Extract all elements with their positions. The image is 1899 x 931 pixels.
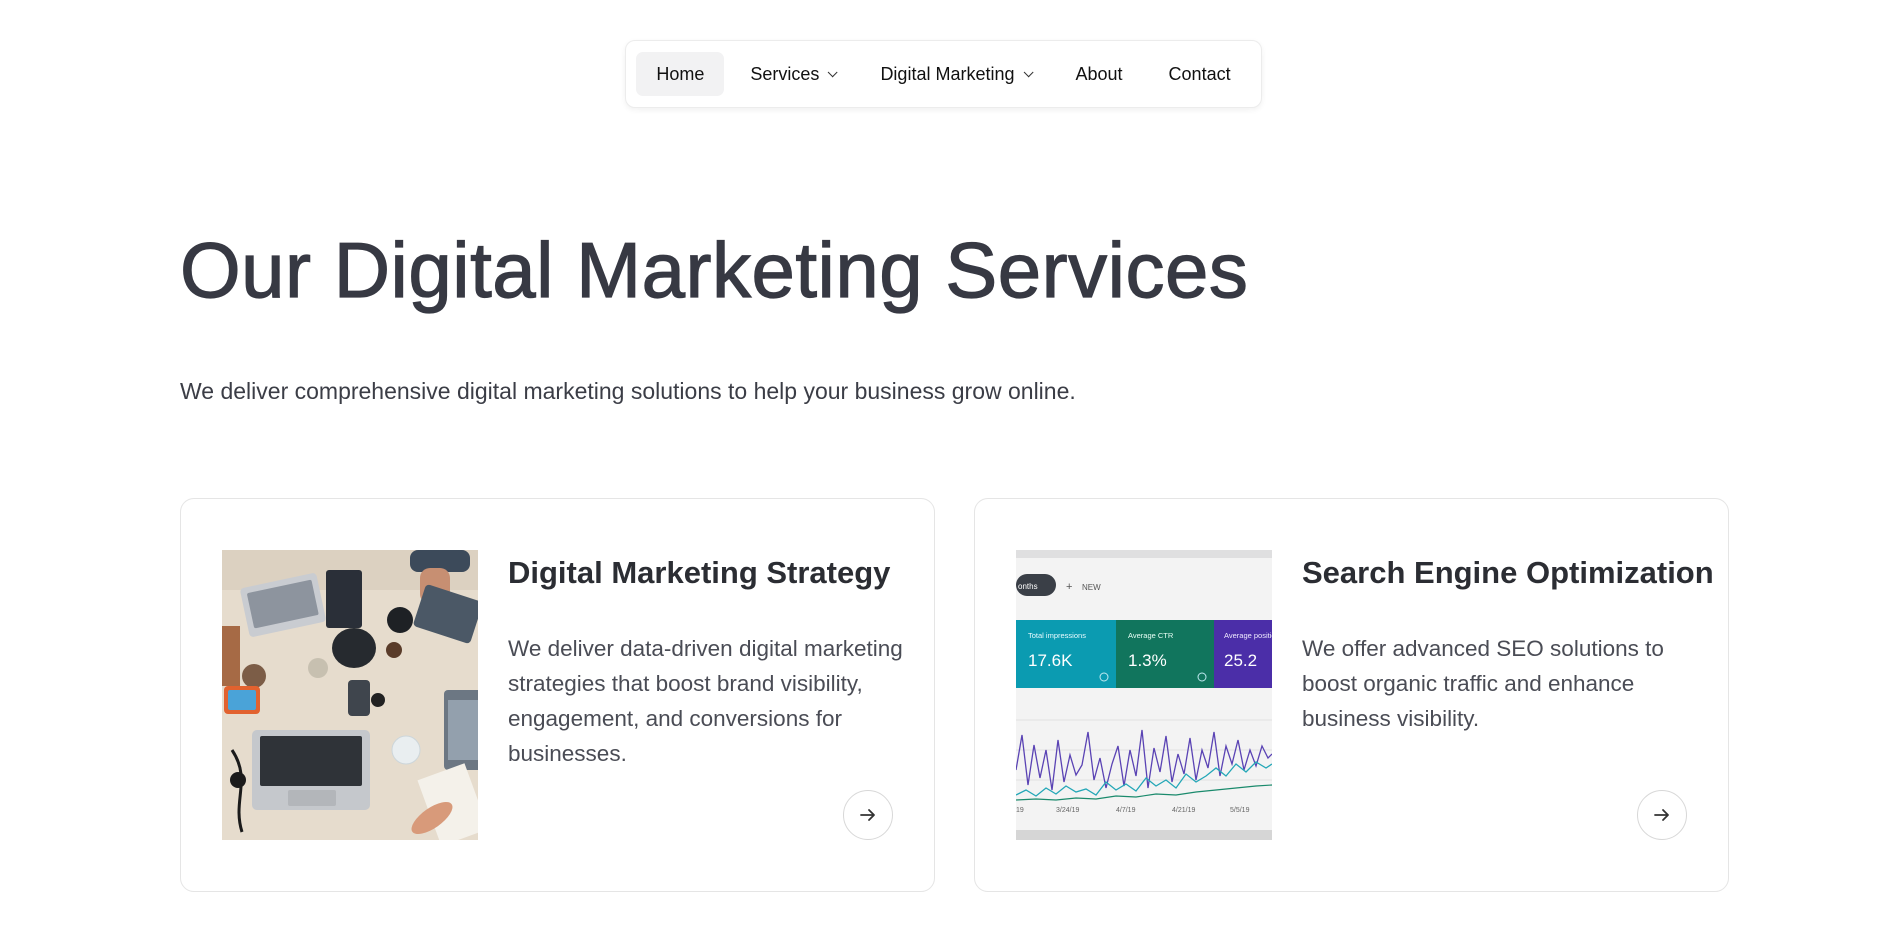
nav-item-contact[interactable]: Contact [1149, 52, 1251, 96]
nav-item-digital-marketing[interactable]: Digital Marketing [860, 52, 1049, 96]
chip-text: onths [1018, 582, 1038, 591]
date-label: 4/21/19 [1172, 807, 1195, 814]
card-title: Digital Marketing Strategy [508, 555, 891, 590]
top-navigation: Home Services Digital Marketing About Co… [625, 40, 1262, 108]
date-label: 4/7/19 [1116, 807, 1136, 814]
nav-item-label: Contact [1168, 63, 1231, 84]
nav-item-label: About [1075, 63, 1123, 84]
top-navigation-wrapper: Home Services Digital Marketing About Co… [0, 40, 1899, 108]
card-image-desk-laptops [222, 550, 478, 840]
page-subtitle: We deliver comprehensive digital marketi… [180, 378, 1076, 404]
nav-item-label: Home [656, 63, 705, 84]
metric-value: 1.3% [1128, 651, 1167, 670]
svg-text:+: + [1066, 581, 1072, 593]
nav-item-about[interactable]: About [1056, 52, 1143, 96]
nav-item-home[interactable]: Home [636, 52, 725, 96]
arrow-right-icon [1654, 809, 1669, 821]
card-title: Search Engine Optimization [1302, 555, 1714, 590]
chevron-down-icon [1023, 66, 1034, 77]
card-description: We offer advanced SEO solutions to boost… [1302, 636, 1664, 731]
nav-item-label: Digital Marketing [880, 63, 1015, 84]
nav-item-label: Services [750, 63, 820, 84]
metric-label: Average CTR [1128, 631, 1174, 640]
new-label: NEW [1082, 583, 1101, 592]
card-arrow-button[interactable] [843, 790, 893, 840]
service-card-search-engine-optimization: onths + NEW Total impressions 17.6K Aver… [974, 498, 1729, 892]
metric-label: Total impressions [1028, 631, 1086, 640]
analytics-screen-photo: onths + NEW Total impressions 17.6K Aver… [1016, 550, 1272, 840]
service-card-digital-marketing-strategy: Digital Marketing Strategy We deliver da… [180, 498, 935, 892]
date-label: 19 [1016, 807, 1024, 814]
card-image-analytics-screen: onths + NEW Total impressions 17.6K Aver… [1016, 550, 1272, 840]
metric-label: Average position [1224, 631, 1272, 640]
metric-value: 25.2 [1224, 651, 1257, 670]
desk-laptops-photo [222, 550, 478, 840]
chevron-down-icon [828, 66, 839, 77]
metric-value: 17.6K [1028, 651, 1073, 670]
arrow-right-icon [860, 809, 875, 821]
nav-item-services[interactable]: Services [730, 52, 854, 96]
card-arrow-button[interactable] [1637, 790, 1687, 840]
date-label: 5/5/19 [1230, 807, 1250, 814]
date-label: 3/24/19 [1056, 807, 1079, 814]
page-title: Our Digital Marketing Services [179, 225, 1249, 314]
card-description: We deliver data-driven digital marketing… [508, 636, 903, 766]
